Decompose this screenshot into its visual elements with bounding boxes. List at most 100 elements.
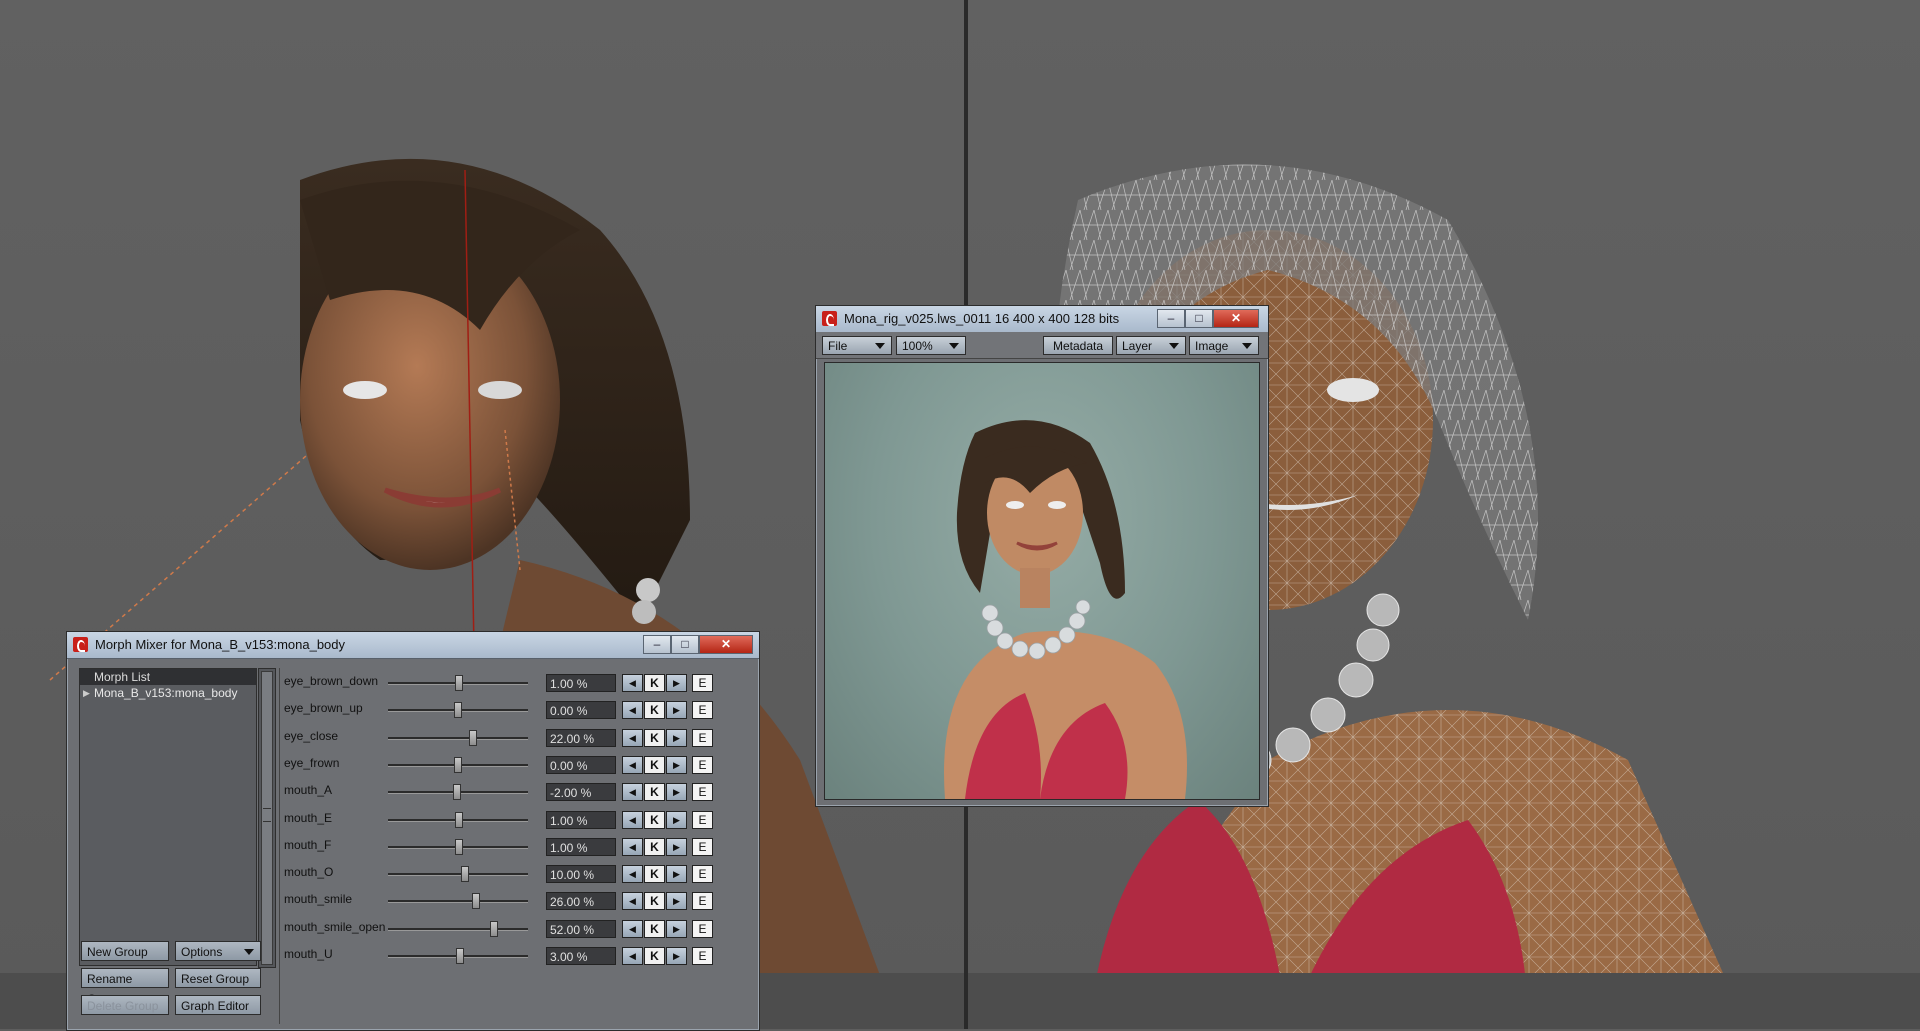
envelope-button[interactable]: E	[692, 837, 713, 856]
morph-slider-track[interactable]	[388, 900, 528, 904]
previous-key-icon[interactable]: ◀	[622, 865, 643, 884]
delete-group-button[interactable]: Delete Group	[81, 995, 169, 1015]
morph-slider-thumb[interactable]	[454, 811, 463, 828]
morph-name: eye_brown_up	[284, 701, 363, 716]
previous-key-icon[interactable]: ◀	[622, 919, 643, 938]
maximize-icon[interactable]: □	[1185, 309, 1213, 328]
morph-slider-thumb[interactable]	[452, 784, 461, 801]
key-button[interactable]: K	[644, 919, 665, 938]
envelope-button[interactable]: E	[692, 947, 713, 965]
morph-value-field[interactable]: 52.00 %	[546, 919, 616, 938]
envelope-button[interactable]: E	[692, 701, 713, 720]
previous-key-icon[interactable]: ◀	[622, 810, 643, 829]
options-dropdown[interactable]: Options	[175, 941, 261, 961]
scrollbar-thumb[interactable]	[261, 671, 273, 965]
morph-value-field[interactable]: 0.00 %	[546, 755, 616, 774]
new-group-button[interactable]: New Group	[81, 941, 169, 961]
next-key-icon[interactable]: ▶	[666, 837, 687, 856]
morph-slider-thumb[interactable]	[456, 948, 465, 964]
file-menu-button[interactable]: File	[822, 336, 892, 355]
key-button[interactable]: K	[644, 892, 665, 911]
next-key-icon[interactable]: ▶	[666, 865, 687, 884]
next-key-icon[interactable]: ▶	[666, 783, 687, 802]
envelope-button[interactable]: E	[692, 728, 713, 747]
morph-value-field[interactable]: -2.00 %	[546, 783, 616, 802]
envelope-button[interactable]: E	[692, 674, 713, 692]
zoom-dropdown[interactable]: 100%	[896, 336, 966, 355]
envelope-button[interactable]: E	[692, 810, 713, 829]
next-key-icon[interactable]: ▶	[666, 755, 687, 774]
previous-key-icon[interactable]: ◀	[622, 755, 643, 774]
previous-key-icon[interactable]: ◀	[622, 892, 643, 911]
morph-value-field[interactable]: 26.00 %	[546, 892, 616, 911]
key-button[interactable]: K	[644, 728, 665, 747]
rename-group-button[interactable]: Rename Group	[81, 968, 169, 1006]
key-button[interactable]: K	[644, 837, 665, 856]
key-button[interactable]: K	[644, 810, 665, 829]
morph-slider-panel: eye_brown_down 1.00 % ◀ K ▶ Eeye_brown_up 0.00…	[279, 668, 756, 1024]
morph-value-field[interactable]: 1.00 %	[546, 674, 616, 692]
morph-value-field[interactable]: 0.00 %	[546, 701, 616, 720]
close-icon[interactable]: ✕	[1213, 309, 1259, 328]
morph-slider-thumb[interactable]	[454, 675, 463, 691]
key-button[interactable]: K	[644, 674, 665, 692]
previous-key-icon[interactable]: ◀	[622, 674, 643, 692]
graph-editor-button[interactable]: Graph Editor	[175, 995, 261, 1015]
envelope-button[interactable]: E	[692, 755, 713, 774]
reset-group-button[interactable]: Reset Group	[175, 968, 261, 988]
expand-triangle-icon[interactable]: ▶	[83, 685, 90, 701]
key-button[interactable]: K	[644, 701, 665, 720]
key-button[interactable]: K	[644, 865, 665, 884]
next-key-icon[interactable]: ▶	[666, 728, 687, 747]
key-button[interactable]: K	[644, 947, 665, 965]
envelope-button[interactable]: E	[692, 783, 713, 802]
morph-slider-thumb[interactable]	[454, 838, 463, 855]
next-key-icon[interactable]: ▶	[666, 947, 687, 965]
morph-slider-track[interactable]	[388, 736, 528, 740]
morph-slider-thumb[interactable]	[469, 729, 478, 746]
image-viewer-window[interactable]: Mona_rig_v025.lws_0011 16 400 x 400 128 …	[815, 305, 1269, 807]
close-icon[interactable]: ✕	[699, 635, 753, 654]
maximize-icon[interactable]: □	[671, 635, 699, 654]
viewer-titlebar[interactable]: Mona_rig_v025.lws_0011 16 400 x 400 128 …	[816, 306, 1268, 333]
next-key-icon[interactable]: ▶	[666, 701, 687, 720]
morph-mixer-window[interactable]: Morph Mixer for Mona_B_v153:mona_body – …	[66, 631, 760, 1031]
morph-value-field[interactable]: 3.00 %	[546, 947, 616, 965]
metadata-button[interactable]: Metadata	[1043, 336, 1113, 355]
grip-icon	[263, 808, 271, 822]
morph-slider-thumb[interactable]	[454, 756, 462, 773]
key-button[interactable]: K	[644, 783, 665, 802]
key-button[interactable]: K	[644, 755, 665, 774]
morph-value-field[interactable]: 1.00 %	[546, 837, 616, 856]
next-key-icon[interactable]: ▶	[666, 919, 687, 938]
next-key-icon[interactable]: ▶	[666, 892, 687, 911]
previous-key-icon[interactable]: ◀	[622, 701, 643, 720]
morph-titlebar[interactable]: Morph Mixer for Mona_B_v153:mona_body – …	[67, 632, 759, 659]
viewer-toolbar: File 100% Metadata Layer Image	[816, 332, 1268, 359]
previous-key-icon[interactable]: ◀	[622, 728, 643, 747]
morph-slider-thumb[interactable]	[454, 702, 462, 719]
minimize-icon[interactable]: –	[1157, 309, 1185, 328]
minimize-icon[interactable]: –	[643, 635, 671, 654]
previous-key-icon[interactable]: ◀	[622, 947, 643, 965]
morph-slider-track[interactable]	[388, 873, 528, 877]
morph-list-scrollbar[interactable]	[258, 668, 276, 968]
layer-dropdown[interactable]: Layer	[1116, 336, 1186, 355]
envelope-button[interactable]: E	[692, 865, 713, 884]
previous-key-icon[interactable]: ◀	[622, 783, 643, 802]
next-key-icon[interactable]: ▶	[666, 810, 687, 829]
morph-value-field[interactable]: 10.00 %	[546, 865, 616, 884]
morph-list-item[interactable]: ▶ Mona_B_v153:mona_body	[80, 685, 256, 701]
morph-slider-thumb[interactable]	[461, 866, 469, 883]
envelope-button[interactable]: E	[692, 919, 713, 938]
morph-slider-thumb[interactable]	[490, 920, 499, 937]
previous-key-icon[interactable]: ◀	[622, 837, 643, 856]
image-dropdown[interactable]: Image	[1189, 336, 1259, 355]
morph-value-field[interactable]: 22.00 %	[546, 728, 616, 747]
morph-value-field[interactable]: 1.00 %	[546, 810, 616, 829]
next-key-icon[interactable]: ▶	[666, 674, 687, 692]
morph-slider-track[interactable]	[388, 927, 528, 931]
morph-list[interactable]: Morph List ▶ Mona_B_v153:mona_body	[79, 668, 257, 966]
envelope-button[interactable]: E	[692, 892, 713, 911]
morph-slider-thumb[interactable]	[472, 893, 481, 910]
